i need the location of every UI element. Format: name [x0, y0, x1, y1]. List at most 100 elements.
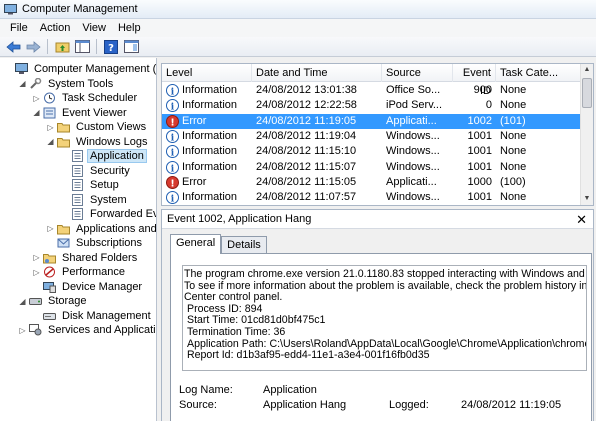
scroll-thumb[interactable]	[582, 78, 592, 108]
expanded-arrow-icon[interactable]: ◢	[18, 297, 27, 306]
tree-item-event-viewer[interactable]: ◢ Event Viewer	[32, 106, 129, 121]
collapsed-arrow-icon[interactable]: ▷	[46, 123, 55, 132]
tree-item-label: Subscriptions	[76, 237, 143, 250]
show-action-pane-button[interactable]	[122, 38, 140, 55]
event-list-scrollbar[interactable]: ▲ ▼	[580, 64, 593, 205]
tree-item-storage[interactable]: ◢ Storage	[18, 294, 89, 309]
tree-item-label: Disk Management	[62, 309, 151, 322]
collapsed-arrow-icon[interactable]: ▷	[46, 224, 55, 233]
menu-file[interactable]: File	[4, 22, 34, 34]
column-header-date[interactable]: Date and Time	[252, 64, 382, 82]
tree-item-system[interactable]: System	[60, 193, 129, 208]
expanded-arrow-icon[interactable]: ◢	[32, 108, 41, 117]
menu-view[interactable]: View	[76, 22, 112, 34]
tree-item-disk-management[interactable]: Disk Management	[32, 309, 153, 324]
table-row[interactable]: ! Error 24/08/2012 11:19:05 Applicati... 100…	[162, 113, 582, 129]
tree-item-setup[interactable]: Setup	[60, 178, 121, 193]
tree-item-label: Task Scheduler	[62, 92, 138, 105]
column-header-source[interactable]: Source	[382, 64, 453, 82]
cell-task: None	[500, 191, 527, 204]
collapsed-arrow-icon[interactable]: ▷	[18, 326, 27, 335]
tree-item-windows-logs[interactable]: ◢ Windows Logs	[46, 135, 150, 150]
folder-icon	[57, 223, 70, 235]
cell-level: Information	[182, 99, 238, 112]
table-row[interactable]: i Information 24/08/2012 11:15:10 Windows..…	[162, 144, 582, 159]
list-header: Level Date and Time Source Event ID Task…	[162, 64, 582, 97]
toolbar-separator	[96, 39, 97, 54]
table-row[interactable]: i Information 24/08/2012 13:01:38 Office So…	[162, 83, 582, 98]
toolbar: ?	[0, 37, 596, 57]
tree-item-applications-and-se[interactable]: ▷ Applications and Se	[46, 222, 156, 237]
cell-date: 24/08/2012 11:15:10	[256, 145, 357, 158]
collapsed-arrow-icon[interactable]: ▷	[32, 94, 41, 103]
column-header-level[interactable]: Level	[162, 64, 252, 82]
tree-item-performance[interactable]: ▷ Performance	[32, 265, 127, 280]
table-row[interactable]: i Information 24/08/2012 12:22:58 iPod Serv…	[162, 98, 582, 113]
event-description[interactable]: The program chrome.exe version 21.0.1180…	[182, 265, 587, 371]
show-hide-tree-button[interactable]	[73, 38, 91, 55]
tree-item-subscriptions[interactable]: Subscriptions	[46, 236, 144, 251]
cell-date: 24/08/2012 11:19:04	[256, 129, 357, 142]
cell-level: Error	[182, 114, 207, 127]
expanded-arrow-icon[interactable]: ◢	[46, 137, 55, 146]
tree-item-task-scheduler[interactable]: ▷ Task Scheduler	[32, 91, 139, 106]
tree-item-computer-management-local[interactable]: Computer Management (Local	[4, 62, 156, 77]
column-header-event-id[interactable]: Event ID	[453, 64, 496, 97]
tree-item-device-manager[interactable]: Device Manager	[32, 280, 144, 295]
toolbar-separator	[47, 39, 48, 54]
event-viewer-icon	[43, 107, 56, 119]
tree-item-services-and-applications[interactable]: ▷ Services and Applications	[18, 323, 156, 338]
tab-details[interactable]: Details	[221, 236, 267, 254]
cell-task: (101)	[500, 114, 526, 127]
detail-tabs: General Details	[170, 234, 267, 254]
tree-item-security[interactable]: Security	[60, 164, 132, 179]
event-list[interactable]: Level Date and Time Source Event ID Task…	[161, 63, 594, 206]
tree-item-label: Application	[87, 149, 147, 164]
cell-task: None	[500, 145, 527, 158]
computer-icon	[15, 63, 28, 75]
column-header-task-category[interactable]: Task Cate...	[496, 64, 582, 82]
menu-bar: File Action View Help	[0, 19, 596, 37]
forward-button[interactable]	[24, 38, 42, 55]
cell-source: Windows...	[386, 160, 440, 173]
cell-source: Windows...	[386, 145, 440, 158]
info-icon: i	[166, 99, 179, 113]
table-row[interactable]: i Information 24/08/2012 11:07:57 Windows..…	[162, 190, 582, 205]
logged-label: Logged:	[389, 399, 429, 411]
tree-item-label: System	[90, 193, 127, 206]
table-row[interactable]: i Information 24/08/2012 11:19:04 Windows..…	[162, 129, 582, 144]
cell-date: 24/08/2012 11:15:07	[256, 160, 357, 173]
table-row[interactable]: ! Error 24/08/2012 11:15:05 Applicati... 100…	[162, 175, 582, 190]
cell-date: 24/08/2012 11:07:57	[256, 191, 357, 204]
cell-source: Applicati...	[386, 175, 437, 188]
help-button[interactable]: ?	[102, 38, 120, 55]
tree-item-shared-folders[interactable]: ▷ Shared Folders	[32, 251, 139, 266]
collapsed-arrow-icon[interactable]: ▷	[32, 268, 41, 277]
tree-item-application[interactable]: Application	[60, 149, 147, 164]
menu-action[interactable]: Action	[34, 22, 77, 34]
table-row[interactable]: i Information 24/08/2012 11:15:07 Windows..…	[162, 160, 582, 175]
tree-item-system-tools[interactable]: ◢ System Tools	[18, 77, 115, 92]
expanded-arrow-icon[interactable]: ◢	[18, 79, 27, 88]
clock-icon	[43, 92, 56, 104]
up-level-button[interactable]	[53, 38, 71, 55]
collapsed-arrow-icon[interactable]: ▷	[32, 253, 41, 262]
tree-item-forwarded-event[interactable]: Forwarded Event	[60, 207, 156, 222]
close-icon[interactable]: ✕	[576, 210, 587, 229]
logged-value: 24/08/2012 11:19:05	[461, 399, 562, 411]
console-tree[interactable]: Computer Management (Local◢System Tools▷…	[0, 58, 157, 421]
cell-source: Windows...	[386, 191, 440, 204]
svg-text:i: i	[171, 164, 175, 174]
menu-help[interactable]: Help	[112, 22, 147, 34]
description-line: Report Id: d1b3af95-edd4-11e1-a3e4-001f1…	[187, 349, 430, 362]
svg-text:?: ?	[108, 43, 114, 54]
scroll-down-arrow[interactable]: ▼	[581, 193, 593, 205]
tab-general[interactable]: General	[170, 234, 222, 254]
cell-level: Information	[182, 129, 238, 142]
cell-id: 1001	[467, 145, 492, 158]
device-manager-icon	[43, 281, 56, 293]
info-icon: i	[166, 191, 179, 204]
back-button[interactable]	[4, 38, 22, 55]
tree-item-custom-views[interactable]: ▷ Custom Views	[46, 120, 148, 135]
scroll-up-arrow[interactable]: ▲	[581, 64, 593, 76]
